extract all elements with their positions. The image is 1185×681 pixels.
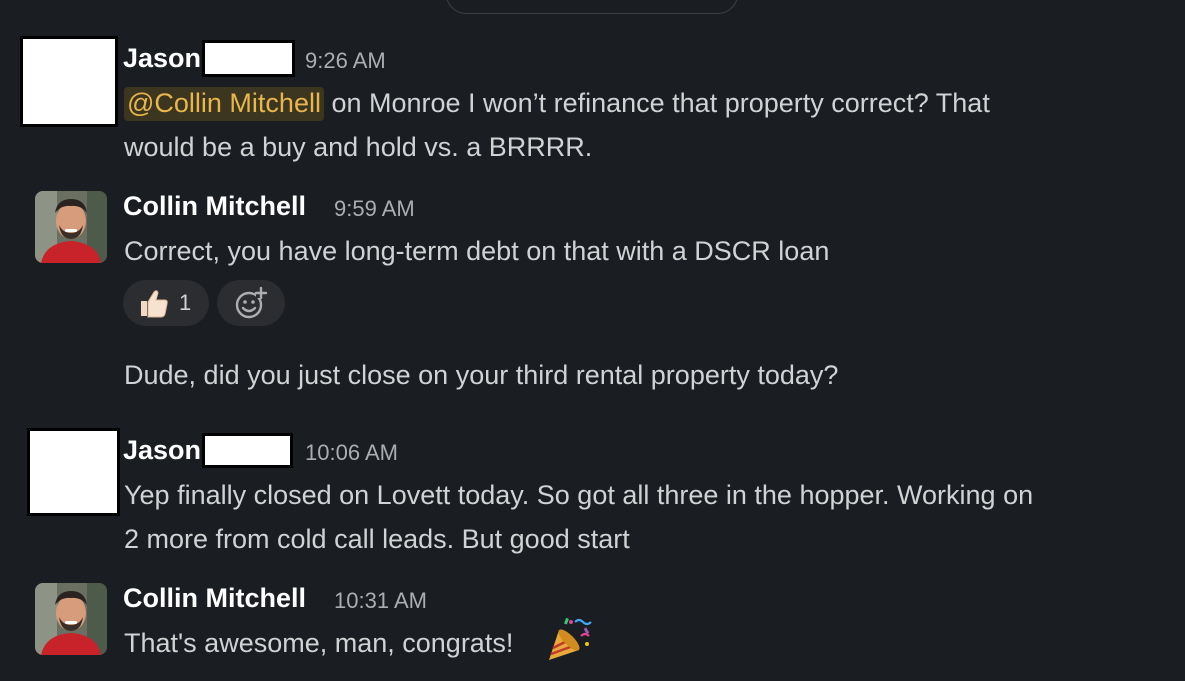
message-text: Yep finally closed on Lovett today. So g… — [124, 480, 1034, 510]
add-reaction-button[interactable] — [217, 280, 285, 326]
message-author[interactable]: Collin Mitchell — [123, 585, 306, 612]
message-text: That's awesome, man, congrats! — [124, 621, 513, 665]
message-text-continued: 2 more from cold call leads. But good st… — [124, 524, 630, 554]
message-timestamp[interactable]: 9:59 AM — [334, 198, 415, 220]
avatar-photo — [35, 583, 107, 655]
message-timestamp[interactable]: 10:06 AM — [305, 442, 398, 464]
message-author[interactable]: Jason — [123, 437, 201, 464]
message-text: Dude, did you just close on your third r… — [124, 360, 839, 390]
avatar[interactable] — [35, 583, 107, 655]
add-emoji-icon — [235, 286, 268, 319]
message-text: Correct, you have long-term debt on that… — [124, 236, 830, 266]
message-timestamp[interactable]: 10:31 AM — [334, 590, 427, 612]
avatar-photo — [35, 191, 107, 263]
message-text-part: That's awesome, man, congrats! — [124, 628, 514, 658]
redacted-surname — [202, 40, 295, 77]
message-timestamp[interactable]: 9:26 AM — [305, 50, 386, 72]
avatar[interactable] — [35, 191, 107, 263]
redacted-surname — [202, 433, 293, 468]
reaction-pill[interactable]: 1 — [123, 280, 209, 326]
message-text-continued: would be a buy and hold vs. a BRRRR. — [124, 132, 593, 162]
new-messages-divider-pill[interactable] — [446, 0, 738, 14]
redacted-avatar — [20, 36, 118, 127]
redacted-avatar — [27, 428, 120, 516]
message-author[interactable]: Jason — [123, 45, 201, 72]
message-text: @Collin Mitchell on Monroe I won’t refin… — [124, 81, 990, 125]
user-mention[interactable]: @Collin Mitchell — [124, 87, 324, 121]
message-author[interactable]: Collin Mitchell — [123, 193, 306, 220]
reaction-count: 1 — [179, 290, 192, 315]
party-popper-icon — [549, 617, 592, 660]
thumbs-up-icon — [141, 290, 168, 318]
message-text-part: on Monroe I won’t refinance that propert… — [323, 88, 990, 118]
